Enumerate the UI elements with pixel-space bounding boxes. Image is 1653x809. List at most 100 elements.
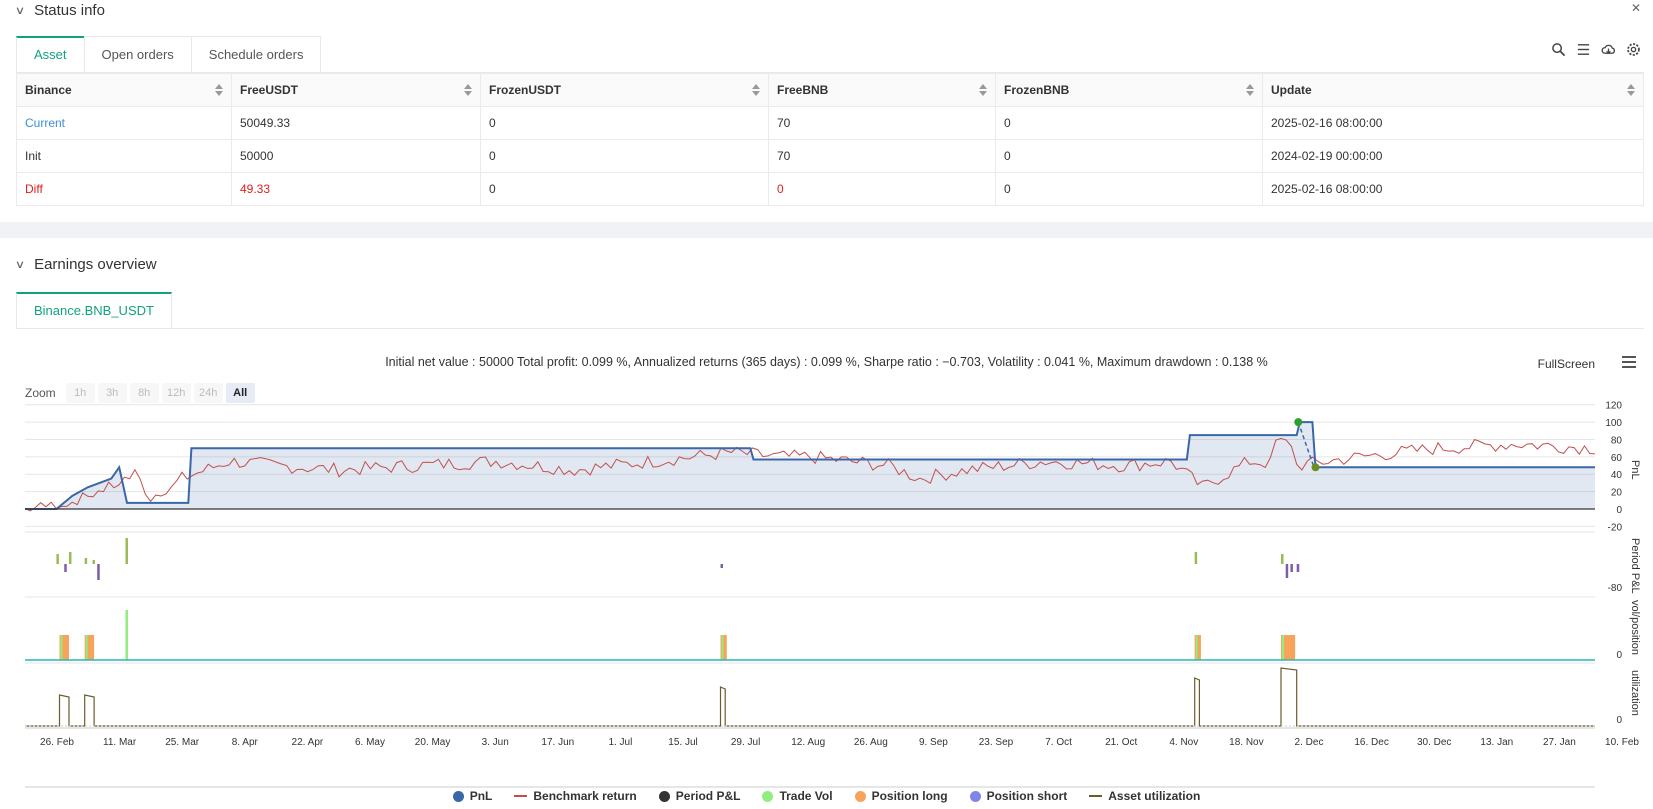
period-pnl-bar xyxy=(92,560,96,564)
sort-icon[interactable] xyxy=(752,84,760,97)
x-tick-label: 13. Jan xyxy=(1480,737,1513,748)
y-tick-label: -20 xyxy=(1608,522,1623,533)
close-icon[interactable]: ✕ xyxy=(1631,1,1641,15)
x-tick-label: 2. Dec xyxy=(1295,737,1324,748)
x-tick-label: 10. Feb xyxy=(1605,737,1639,748)
column-header[interactable]: FreeBNB xyxy=(768,73,996,107)
trade-vol-bar xyxy=(60,635,63,660)
fullscreen-button[interactable]: FullScreen xyxy=(1538,357,1595,371)
trade-vol-bar xyxy=(125,610,128,660)
hamburger-menu-icon[interactable] xyxy=(1621,355,1637,369)
legend-item-position-short[interactable]: Position short xyxy=(969,789,1067,803)
trough-marker xyxy=(1311,463,1320,472)
tab-binance-bnb-usdt[interactable]: Binance.BNB_USDT xyxy=(16,292,172,328)
x-tick-label: 17. Jun xyxy=(541,737,574,748)
table-cell: 0 xyxy=(480,106,769,140)
x-tick-label: 16. Dec xyxy=(1354,737,1388,748)
column-header[interactable]: FrozenUSDT xyxy=(480,73,769,107)
section-title: Earnings overview xyxy=(34,256,157,273)
table-cell: 2024-02-19 00:00:00 xyxy=(1262,139,1644,173)
table-cell: 49.33 xyxy=(231,172,481,206)
period-pnl-bar xyxy=(97,564,100,580)
x-tick-label: 7. Oct xyxy=(1045,737,1072,748)
column-header[interactable]: Binance xyxy=(16,73,232,107)
sort-icon[interactable] xyxy=(215,84,223,97)
pnl-area xyxy=(25,422,1595,509)
period-pnl-bar xyxy=(720,564,724,568)
utilization-line xyxy=(25,667,1595,727)
x-tick-label: 30. Dec xyxy=(1417,737,1451,748)
tab-open-orders[interactable]: Open orders xyxy=(83,36,192,72)
trade-vol-bar xyxy=(1195,635,1198,660)
chevron-down-icon: ∨ xyxy=(14,259,26,271)
y-axis-label: utilization xyxy=(1629,670,1641,716)
row-label: Init xyxy=(16,139,232,173)
tab-asset[interactable]: Asset xyxy=(16,36,85,72)
sort-icon[interactable] xyxy=(464,84,472,97)
x-tick-label: 11. Mar xyxy=(103,737,137,748)
gear-icon[interactable] xyxy=(1626,42,1641,57)
list-icon[interactable] xyxy=(1576,42,1591,57)
column-header[interactable]: FrozenBNB xyxy=(995,73,1263,107)
legend-item-pnl[interactable]: PnL xyxy=(452,789,492,803)
status-tabs: Asset Open orders Schedule orders xyxy=(16,36,1644,73)
x-tick-label: 3. Jun xyxy=(482,737,509,748)
table-cell: 0 xyxy=(995,139,1263,173)
x-tick-label: 29. Jul xyxy=(731,737,760,748)
period-pnl-bar xyxy=(125,538,128,564)
y-tick-label: 120 xyxy=(1605,401,1622,412)
y-axis-label: Period P&L xyxy=(1629,538,1641,594)
x-tick-label: 27. Jan xyxy=(1543,737,1576,748)
legend-item-trade-vol[interactable]: Trade Vol xyxy=(762,789,833,803)
y-tick-label: 40 xyxy=(1611,470,1623,481)
performance-summary: Initial net value : 50000 Total profit: … xyxy=(385,355,1268,369)
table-cell: 50000 xyxy=(231,139,481,173)
period-pnl-bar xyxy=(1290,564,1293,572)
period-pnl-bar xyxy=(1194,552,1198,564)
chevron-down-icon: ∨ xyxy=(14,5,26,17)
period-pnl-bar xyxy=(64,564,67,572)
legend-item-position-long[interactable]: Position long xyxy=(854,789,948,803)
y-tick-label: 20 xyxy=(1611,488,1623,499)
x-tick-label: 9. Sep xyxy=(919,737,948,748)
y-tick-label: 0 xyxy=(1616,505,1622,516)
table-cell: 70 xyxy=(768,106,996,140)
peak-marker xyxy=(1294,418,1303,427)
zoom-label: Zoom xyxy=(25,386,56,400)
status-info-panel: ∨ Status info ✕ Asset Open orders Schedu… xyxy=(0,0,1653,222)
x-tick-label: 22. Apr xyxy=(292,737,324,748)
position-long-bar xyxy=(1194,635,1201,660)
asset-table: Binance FreeUSDT FrozenUSDT FreeBNB Froz… xyxy=(16,73,1644,206)
legend-item-asset-utilization[interactable]: Asset utilization xyxy=(1089,789,1200,803)
y-tick-label: 60 xyxy=(1611,453,1623,464)
column-header[interactable]: FreeUSDT xyxy=(231,73,481,107)
row-label: Diff xyxy=(16,172,232,206)
row-label-link[interactable]: Current xyxy=(16,106,232,140)
x-tick-label: 23. Sep xyxy=(979,737,1014,748)
period-pnl-bar xyxy=(56,554,59,564)
table-row: Diff 49.33 0 0 0 2025-02-16 08:00:00 xyxy=(16,172,1644,206)
legend-item-benchmark[interactable]: Benchmark return xyxy=(514,789,637,803)
table-cell: 0 xyxy=(995,172,1263,206)
column-header[interactable]: Update xyxy=(1262,73,1644,107)
cloud-download-icon[interactable] xyxy=(1601,42,1616,57)
x-tick-label: 15. Jul xyxy=(668,737,697,748)
x-tick-label: 26. Feb xyxy=(40,737,74,748)
tab-schedule-orders[interactable]: Schedule orders xyxy=(190,36,322,72)
legend-item-period-pnl[interactable]: Period P&L xyxy=(658,789,740,803)
sort-icon[interactable] xyxy=(979,84,987,97)
section-title: Status info xyxy=(34,2,105,19)
status-info-header[interactable]: ∨ Status info xyxy=(14,2,105,19)
y-tick-label: 0 xyxy=(1616,715,1622,726)
section-divider xyxy=(0,222,1653,238)
sort-icon[interactable] xyxy=(1246,84,1254,97)
earnings-chart[interactable]: 120 100 80 60 40 20 0 -20 PnL -80 Period P&L 0 vol/p… xyxy=(0,400,1653,788)
table-cell: 0 xyxy=(480,139,769,173)
table-cell: 2025-02-16 08:00:00 xyxy=(1262,172,1644,206)
sort-icon[interactable] xyxy=(1627,84,1635,97)
position-long-bar xyxy=(720,635,727,660)
earnings-overview-header[interactable]: ∨ Earnings overview xyxy=(14,256,157,273)
x-tick-label: 8. Apr xyxy=(232,737,259,748)
search-icon[interactable] xyxy=(1551,42,1566,57)
y-tick-label: 0 xyxy=(1616,650,1622,661)
